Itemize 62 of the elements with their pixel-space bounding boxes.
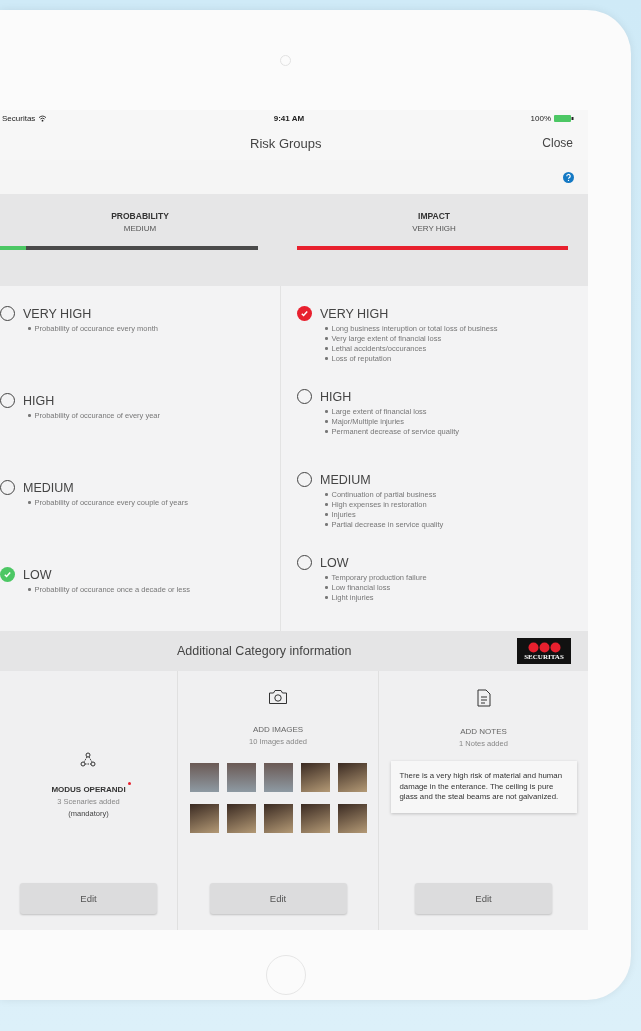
- check-icon: [3, 570, 12, 579]
- battery-icon: [554, 114, 574, 122]
- photo-placeholder[interactable]: [226, 763, 256, 792]
- check-icon: [300, 309, 309, 318]
- photo-placeholder[interactable]: [300, 804, 330, 833]
- screen-title: Risk Groups: [250, 135, 322, 151]
- checked-radio[interactable]: [0, 567, 15, 582]
- camera-icon: [268, 689, 288, 705]
- wifi-icon: [38, 114, 48, 122]
- bullet-icon: [325, 586, 328, 589]
- close-button[interactable]: Close: [542, 136, 573, 150]
- battery-percent: 100%: [530, 113, 551, 123]
- option-label: LOW: [320, 555, 349, 570]
- section-title: Additional Category information: [177, 644, 352, 658]
- bullet-icon: [325, 493, 328, 496]
- photo-placeholder[interactable]: [189, 804, 219, 833]
- bullet-icon: [28, 501, 31, 504]
- bullet-icon: [325, 523, 328, 526]
- photo-placeholder[interactable]: [300, 763, 330, 792]
- bullet-icon: [325, 513, 328, 516]
- photo-placeholder[interactable]: [263, 763, 293, 792]
- edit-button[interactable]: Edit: [209, 883, 347, 914]
- option-label: VERY HIGH: [23, 306, 92, 321]
- bullet-icon: [28, 414, 31, 417]
- option-label: MEDIUM: [23, 480, 74, 495]
- option-label: HIGH: [23, 393, 55, 408]
- status-time: 9:41 AM: [273, 113, 305, 123]
- meter-title: PROBABILITY: [111, 211, 169, 221]
- checked-radio[interactable]: [297, 306, 312, 321]
- bullet-icon: [28, 588, 31, 591]
- help-icon[interactable]: [563, 171, 574, 183]
- photo-placeholder[interactable]: [189, 763, 219, 792]
- option-label: MEDIUM: [320, 472, 371, 487]
- card-title: ADD NOTES: [460, 727, 507, 736]
- meter-value: MEDIUM: [123, 224, 157, 233]
- carrier-label: Securitas: [2, 113, 48, 123]
- photo-placeholder[interactable]: [226, 804, 256, 833]
- photo-placeholder[interactable]: [263, 804, 293, 833]
- card-title: MODUS OPERANDI: [51, 784, 126, 794]
- bullet-icon: [325, 410, 328, 413]
- option-label: HIGH: [320, 389, 352, 404]
- edit-button[interactable]: Edit: [20, 883, 157, 914]
- photo-placeholder[interactable]: [337, 804, 367, 833]
- bullet-icon: [325, 596, 328, 599]
- option-label: LOW: [23, 567, 52, 582]
- bullet-icon: [325, 503, 328, 506]
- card-title: ADD IMAGES: [252, 725, 304, 734]
- bullet-icon: [325, 576, 328, 579]
- bullet-icon: [325, 420, 328, 423]
- bullet-icon: [325, 327, 328, 330]
- meter-title: IMPACT: [418, 211, 450, 221]
- bullet-icon: [325, 357, 328, 360]
- photo-placeholder[interactable]: [337, 763, 367, 792]
- bullet-icon: [28, 327, 31, 330]
- edit-button[interactable]: Edit: [415, 883, 552, 914]
- network-icon: [80, 751, 97, 767]
- option-label: VERY HIGH: [320, 306, 389, 321]
- bullet-icon: [325, 347, 328, 350]
- bullet-icon: [325, 337, 328, 340]
- document-icon: [476, 689, 491, 707]
- bullet-icon: [325, 430, 328, 433]
- meter-value: VERY HIGH: [412, 224, 456, 233]
